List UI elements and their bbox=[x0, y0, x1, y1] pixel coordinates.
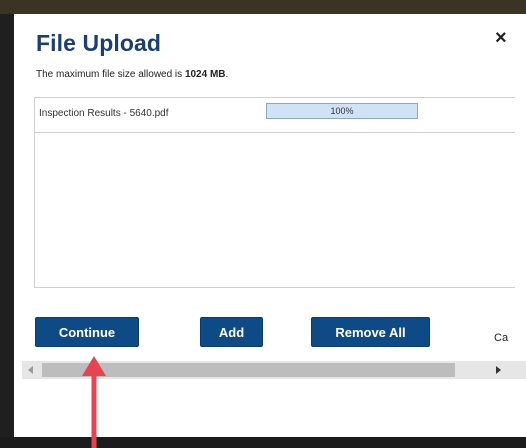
backdrop-left bbox=[0, 14, 14, 448]
horizontal-scrollbar[interactable] bbox=[22, 361, 526, 379]
dialog-title: File Upload bbox=[36, 30, 162, 56]
add-button[interactable]: Add bbox=[200, 317, 263, 347]
file-list: Inspection Results - 5640.pdf 100% bbox=[34, 97, 515, 288]
max-size-suffix: . bbox=[225, 69, 229, 80]
upload-progress-label: 100% bbox=[330, 106, 354, 116]
close-icon[interactable]: × bbox=[495, 28, 507, 48]
file-name: Inspection Results - 5640.pdf bbox=[39, 108, 169, 119]
upload-progress-bar: 100% bbox=[266, 103, 418, 119]
file-upload-dialog: File Upload × The maximum file size allo… bbox=[14, 14, 526, 437]
cancel-link[interactable]: Ca bbox=[494, 332, 508, 344]
backdrop-top bbox=[0, 0, 526, 14]
file-row: Inspection Results - 5640.pdf 100% bbox=[35, 98, 515, 133]
remove-all-button[interactable]: Remove All bbox=[311, 317, 430, 347]
scrollbar-thumb[interactable] bbox=[42, 363, 455, 377]
max-size-note: The maximum file size allowed is 1024 MB… bbox=[36, 69, 228, 80]
continue-button[interactable]: Continue bbox=[35, 317, 139, 347]
arrow-left-icon[interactable] bbox=[22, 361, 40, 379]
max-size-value: 1024 MB bbox=[184, 69, 226, 80]
arrow-right-icon[interactable] bbox=[489, 361, 507, 379]
backdrop-bottom bbox=[0, 437, 526, 448]
max-size-prefix: The maximum file size allowed is bbox=[36, 69, 185, 80]
